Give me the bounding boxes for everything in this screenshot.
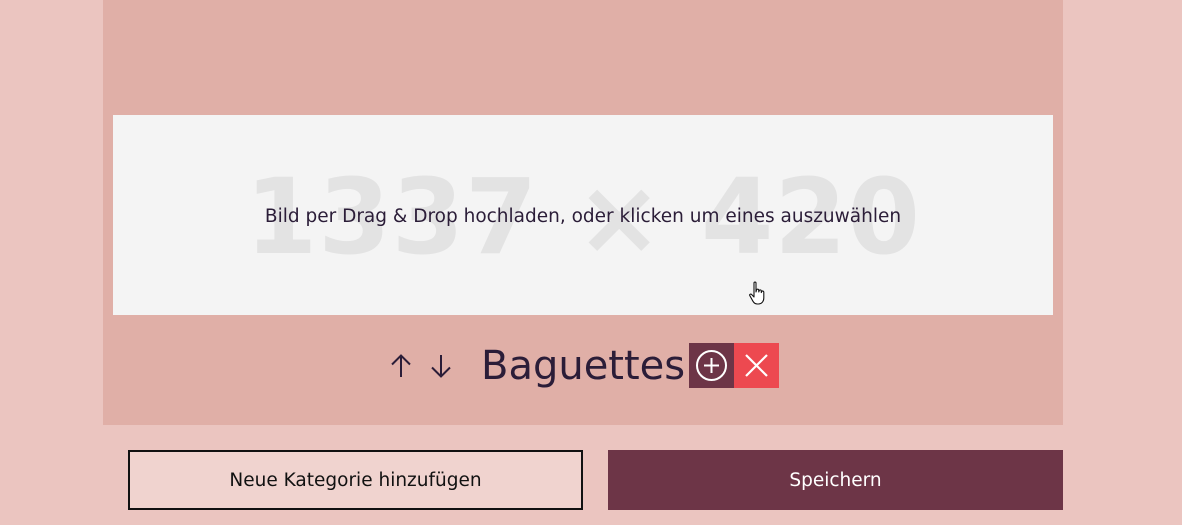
add-item-button[interactable] (689, 343, 734, 388)
plus-circle-icon (696, 350, 727, 381)
category-title[interactable]: Baguettes (481, 340, 685, 392)
image-dropzone[interactable]: 1337 × 420 Bild per Drag & Drop hochlade… (113, 115, 1053, 315)
category-card: 1337 × 420 Bild per Drag & Drop hochlade… (103, 0, 1063, 425)
save-button[interactable]: Speichern (608, 450, 1063, 510)
delete-category-button[interactable] (734, 343, 779, 388)
move-down-button[interactable] (426, 349, 456, 383)
arrow-down-icon (431, 355, 451, 378)
category-title-row: Baguettes (103, 343, 1063, 389)
move-up-button[interactable] (386, 349, 416, 383)
arrow-up-icon (391, 354, 411, 377)
add-category-button[interactable]: Neue Kategorie hinzufügen (128, 450, 583, 510)
dropzone-hint: Bild per Drag & Drop hochladen, oder kli… (264, 206, 902, 227)
close-icon (745, 354, 768, 377)
hand-pointer-icon (749, 281, 765, 305)
